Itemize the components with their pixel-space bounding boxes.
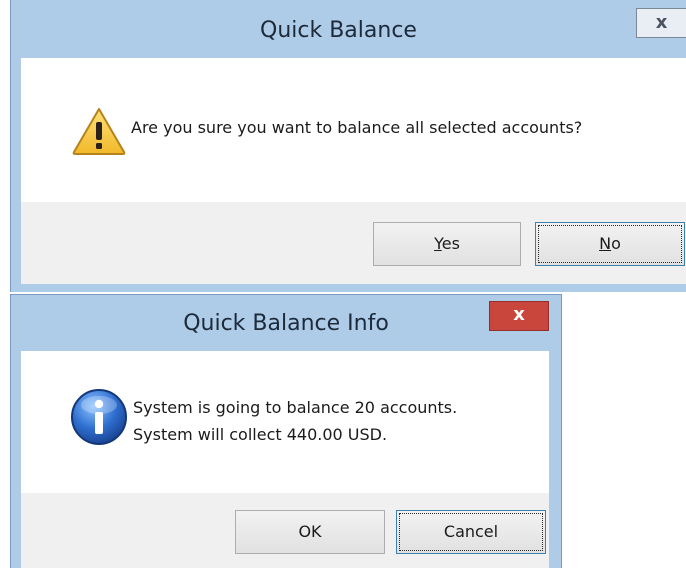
- dialog-title: Quick Balance Info: [183, 311, 389, 336]
- dialog-title: Quick Balance: [260, 18, 417, 43]
- no-label: No: [599, 234, 621, 253]
- warning-icon: [72, 108, 126, 155]
- quick-balance-dialog: Quick Balance x Are you sure you want to…: [10, 0, 686, 292]
- title-bar[interactable]: Quick Balance x: [11, 0, 686, 58]
- info-message: System is going to balance 20 accounts. …: [133, 394, 457, 448]
- title-bar[interactable]: Quick Balance Info x: [11, 295, 561, 351]
- yes-button[interactable]: Yes: [373, 222, 521, 266]
- ok-button[interactable]: OK: [235, 510, 385, 554]
- close-icon: x: [513, 304, 525, 325]
- info-message-line: System is going to balance 20 accounts.: [133, 398, 458, 417]
- close-icon: x: [655, 12, 668, 33]
- dialog-content: System is going to balance 20 accounts. …: [21, 351, 549, 493]
- button-bar: Yes No: [21, 202, 686, 284]
- ok-label: OK: [298, 522, 322, 541]
- info-message-line: System will collect 440.00 USD.: [133, 425, 388, 444]
- close-button[interactable]: x: [636, 8, 686, 38]
- close-button[interactable]: x: [489, 301, 549, 331]
- no-button[interactable]: No: [535, 222, 685, 266]
- yes-label: Yes: [434, 234, 460, 253]
- dialog-content: Are you sure you want to balance all sel…: [21, 58, 686, 202]
- cancel-label: Cancel: [443, 522, 499, 541]
- confirm-message: Are you sure you want to balance all sel…: [131, 118, 583, 137]
- quick-balance-info-dialog: Quick Balance Info x System is going to …: [10, 294, 562, 568]
- cancel-button[interactable]: Cancel: [396, 510, 546, 554]
- screenshot-stage: Quick Balance x Are you sure you want to…: [0, 0, 686, 568]
- button-bar: OK Cancel: [21, 493, 549, 568]
- info-icon: [71, 389, 127, 445]
